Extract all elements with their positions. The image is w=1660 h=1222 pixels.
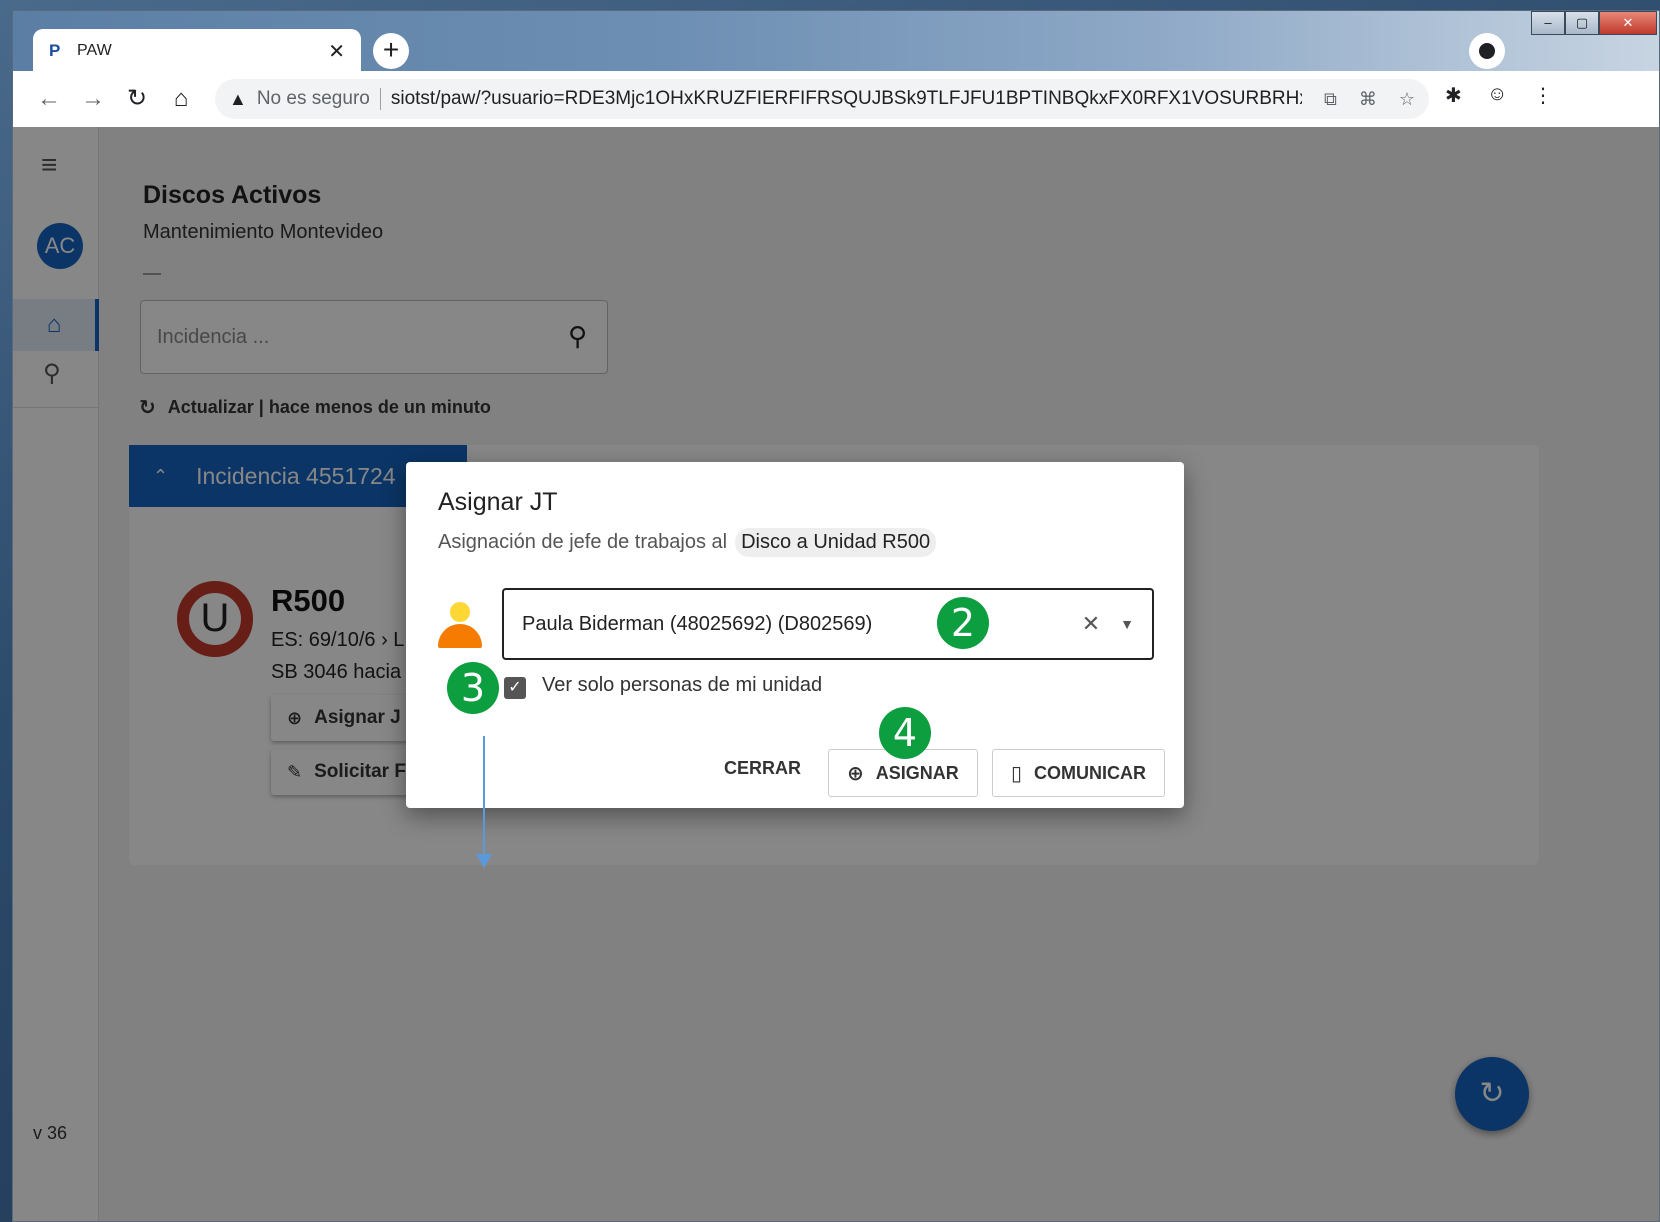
open-external-icon[interactable]: ⧉ [1324,89,1337,110]
profile-icon[interactable] [1469,33,1505,69]
selected-person: Paula Biderman (48025692) (D802569) [522,612,873,635]
browser-tab[interactable]: P PAW ✕ [33,29,361,73]
dialog-subtitle: Asignación de jefe de trabajos al Disco … [438,528,937,557]
step-marker-4: 4 [879,707,931,759]
reload-icon[interactable]: ↻ [115,77,159,121]
user-avatar-icon[interactable]: ☺ [1487,83,1507,106]
bookmark-star-icon[interactable]: ☆ [1399,89,1415,110]
security-label[interactable]: No es seguro [257,88,370,110]
annotation-arrow-head [476,854,492,868]
assign-jt-dialog: Asignar JT Asignación de jefe de trabajo… [406,462,1184,808]
warning-icon: ▲ [229,88,247,109]
maximize-button[interactable]: ▢ [1565,11,1599,35]
person-body [438,624,482,648]
url-text[interactable]: siotst/paw/?usuario=RDE3Mjc1OHxKRUZFIERF… [391,88,1302,110]
omnibox-separator [379,88,381,110]
window-controls: – ▢ ✕ [1531,11,1657,35]
extensions-icon[interactable]: ✱ [1445,83,1462,108]
unit-chip: Disco a Unidad R500 [735,528,937,557]
communicate-label: COMUNICAR [1034,762,1147,783]
dialog-subtitle-text: Asignación de jefe de trabajos al [438,531,728,553]
chevron-down-icon[interactable]: ▼ [1120,616,1134,632]
dialog-title: Asignar JT [438,488,558,516]
browser-window: P PAW ✕ + – ▢ ✕ ← → ↻ ⌂ ▲ No es seguro s… [12,10,1660,1222]
step-marker-2: 2 [937,597,989,649]
close-tab-icon[interactable]: ✕ [328,39,345,64]
close-window-button[interactable]: ✕ [1599,11,1657,35]
tab-bar: P PAW ✕ + – ▢ ✕ [13,11,1659,73]
add-group-icon: ⊕ [847,762,864,785]
unit-only-checkbox[interactable]: ✓ [504,677,526,699]
person-icon [438,600,482,650]
home-icon[interactable]: ⌂ [159,77,203,121]
back-icon[interactable]: ← [27,77,71,121]
menu-dots-icon[interactable]: ⋮ [1533,83,1553,108]
browser-toolbar: ← → ↻ ⌂ ▲ No es seguro siotst/paw/?usuar… [13,71,1659,127]
person-select[interactable]: Paula Biderman (48025692) (D802569) ✕ ▼ [502,588,1154,660]
mobile-phone-icon: ▯ [1011,762,1023,785]
step-marker-3: 3 [447,662,499,714]
clear-icon[interactable]: ✕ [1082,611,1100,637]
minimize-button[interactable]: – [1531,11,1565,35]
communicate-button[interactable]: ▯ COMUNICAR [992,749,1166,797]
assign-label: ASIGNAR [875,762,959,783]
favicon-icon: P [49,41,61,60]
tab-title: PAW [77,42,112,59]
annotation-arrow-line [483,736,485,856]
person-head [450,602,470,622]
new-tab-button[interactable]: + [373,33,409,69]
forward-icon[interactable]: → [71,77,115,121]
address-bar[interactable]: ▲ No es seguro siotst/paw/?usuario=RDE3M… [215,79,1429,119]
translate-icon[interactable]: ⌘ [1359,89,1377,110]
close-button[interactable]: CERRAR [724,758,801,779]
checkbox-label[interactable]: Ver solo personas de mi unidad [542,674,822,697]
